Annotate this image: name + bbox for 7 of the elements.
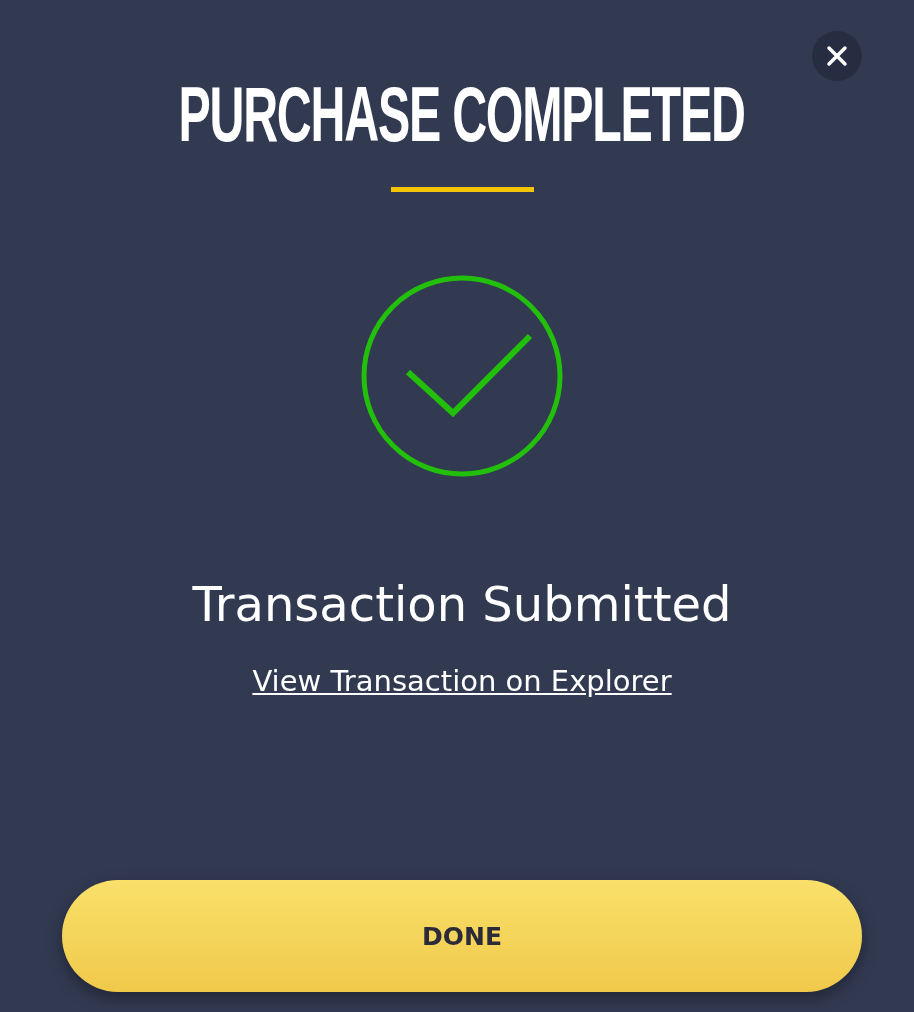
checkmark-circle-icon xyxy=(360,274,564,478)
status-text: Transaction Submitted xyxy=(192,575,732,634)
dialog-title: PURCHASE COMPLETED xyxy=(178,75,746,153)
close-button[interactable] xyxy=(812,31,862,81)
done-button[interactable]: DONE xyxy=(62,880,862,992)
explorer-link[interactable]: View Transaction on Explorer xyxy=(252,664,672,698)
close-icon xyxy=(826,45,848,67)
